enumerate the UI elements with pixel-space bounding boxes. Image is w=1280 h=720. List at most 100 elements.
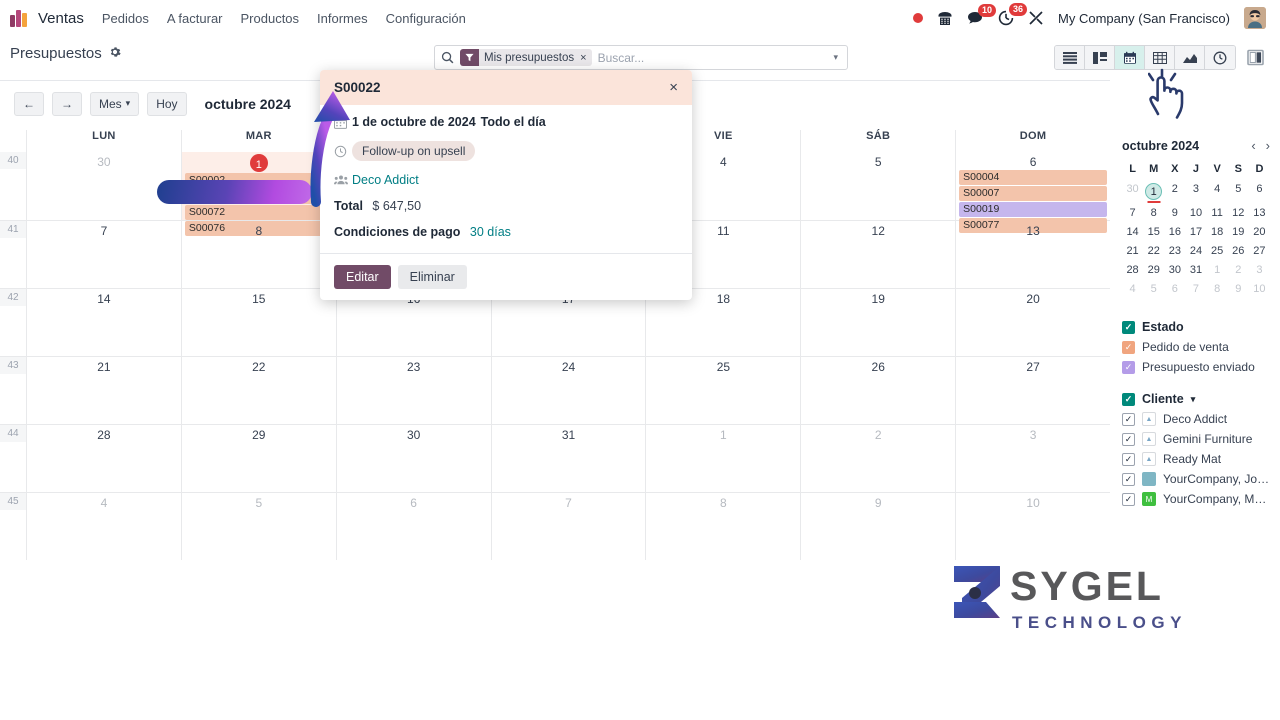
filter-row-customer[interactable]: ✓ YourCompany, Joe…: [1122, 472, 1270, 486]
calendar-day-cell[interactable]: 22: [180, 357, 336, 424]
calendar-day-cell[interactable]: 29: [180, 425, 336, 492]
filter-row-status[interactable]: ✓ Presupuesto enviado: [1122, 360, 1270, 374]
list-view-button[interactable]: [1055, 46, 1085, 69]
calendar-day-cell[interactable]: 30: [335, 425, 491, 492]
debug-tools-icon[interactable]: [1028, 10, 1044, 26]
week-number[interactable]: 41: [0, 221, 26, 238]
mini-calendar-day[interactable]: 19: [1228, 223, 1249, 241]
mini-calendar-day[interactable]: 3: [1249, 261, 1270, 279]
mini-calendar-day[interactable]: 4: [1207, 180, 1228, 203]
delete-button[interactable]: Eliminar: [397, 265, 467, 289]
mini-calendar-next-icon[interactable]: ›: [1266, 138, 1270, 153]
mini-calendar-day[interactable]: 4: [1122, 280, 1143, 298]
week-number[interactable]: 44: [0, 425, 26, 442]
calendar-day-cell[interactable]: 6: [335, 493, 491, 560]
calendar-day-cell[interactable]: 23: [335, 357, 491, 424]
search-input[interactable]: Buscar...: [598, 51, 829, 65]
calendar-day-cell[interactable]: 13: [955, 221, 1110, 288]
calendar-day-cell[interactable]: 26: [800, 357, 955, 424]
pivot-view-button[interactable]: [1145, 46, 1175, 69]
mini-calendar-day[interactable]: 10: [1249, 280, 1270, 298]
week-number[interactable]: 42: [0, 289, 26, 306]
messages-icon[interactable]: 10: [967, 4, 997, 25]
mini-calendar-day[interactable]: 12: [1228, 204, 1249, 222]
gear-icon[interactable]: [109, 46, 121, 61]
nav-item-informes[interactable]: Informes: [317, 11, 368, 26]
mini-calendar-day[interactable]: 16: [1164, 223, 1185, 241]
calendar-day-cell[interactable]: 9: [800, 493, 955, 560]
mini-calendar-day[interactable]: 28: [1122, 261, 1143, 279]
calendar-event[interactable]: S00072: [184, 205, 333, 220]
calendar-view-button[interactable]: [1115, 46, 1145, 69]
close-icon[interactable]: ×: [669, 80, 678, 95]
chevron-down-icon[interactable]: ▾: [828, 52, 843, 63]
today-button[interactable]: Hoy: [147, 91, 187, 116]
calendar-day-cell[interactable]: 10: [955, 493, 1110, 560]
checkbox-customer[interactable]: ✓: [1122, 452, 1135, 466]
activities-clock-icon[interactable]: 36: [998, 3, 1028, 26]
mini-calendar-day[interactable]: 1: [1207, 261, 1228, 279]
calendar-day-cell[interactable]: 28: [26, 425, 181, 492]
calendar-day-cell[interactable]: 14: [26, 289, 181, 356]
filter-row-customer[interactable]: ✓ ▲ Deco Addict: [1122, 412, 1270, 426]
calendar-day-cell[interactable]: 20: [955, 289, 1110, 356]
week-number[interactable]: 40: [0, 152, 26, 169]
checkbox-estado[interactable]: ✓: [1122, 320, 1135, 334]
activity-view-button[interactable]: [1205, 46, 1235, 69]
remove-facet-icon[interactable]: ×: [579, 49, 592, 66]
company-switcher[interactable]: My Company (San Francisco): [1058, 11, 1230, 26]
calendar-day-cell[interactable]: 5: [800, 152, 955, 220]
phone-icon[interactable]: [937, 11, 953, 26]
calendar-day-cell[interactable]: 5: [180, 493, 336, 560]
calendar-day-cell[interactable]: 25: [645, 357, 800, 424]
mini-calendar-day[interactable]: 26: [1228, 242, 1249, 260]
calendar-day-cell[interactable]: 7: [26, 221, 181, 288]
kanban-view-button[interactable]: [1085, 46, 1115, 69]
mini-calendar-day[interactable]: 24: [1185, 242, 1206, 260]
calendar-day-cell[interactable]: 1: [645, 425, 800, 492]
scale-selector[interactable]: Mes ▾: [90, 91, 140, 116]
nav-item-pedidos[interactable]: Pedidos: [102, 11, 149, 26]
calendar-event[interactable]: S00002: [184, 173, 333, 188]
mini-calendar-day[interactable]: 11: [1207, 204, 1228, 222]
week-number[interactable]: 45: [0, 493, 26, 510]
checkbox-customer[interactable]: ✓: [1122, 412, 1135, 426]
calendar-day-cell[interactable]: 1 S00002 S00022 S00072 S00076: [180, 152, 336, 236]
search-bar[interactable]: Mis presupuestos × Buscar... ▾: [434, 45, 848, 70]
calendar-day-cell[interactable]: 8: [645, 493, 800, 560]
mini-calendar-day[interactable]: 21: [1122, 242, 1143, 260]
graph-view-button[interactable]: [1175, 46, 1205, 69]
checkbox-status[interactable]: ✓: [1122, 360, 1135, 374]
calendar-day-cell[interactable]: 6 S00004 S00007 S00019 S00077: [955, 152, 1110, 233]
checkbox-customer[interactable]: ✓: [1122, 472, 1135, 486]
mini-calendar-day[interactable]: 15: [1143, 223, 1164, 241]
mini-calendar-day[interactable]: 10: [1185, 204, 1206, 222]
mini-calendar-day[interactable]: 30: [1164, 261, 1185, 279]
mini-calendar-day[interactable]: 9: [1228, 280, 1249, 298]
user-avatar[interactable]: [1244, 7, 1266, 29]
mini-calendar-day[interactable]: 22: [1143, 242, 1164, 260]
mini-calendar-day[interactable]: 8: [1207, 280, 1228, 298]
calendar-day-cell[interactable]: 3: [955, 425, 1110, 492]
panel-toggle-icon[interactable]: [1244, 46, 1266, 68]
mini-calendar-day[interactable]: 18: [1207, 223, 1228, 241]
mini-calendar-day[interactable]: 20: [1249, 223, 1270, 241]
mini-calendar-day[interactable]: 13: [1249, 204, 1270, 222]
calendar-day-cell[interactable]: 8: [180, 221, 336, 288]
checkbox-status[interactable]: ✓: [1122, 340, 1135, 354]
mini-calendar-day[interactable]: 14: [1122, 223, 1143, 241]
mini-calendar-day[interactable]: 8: [1143, 204, 1164, 222]
nav-item-configuracion[interactable]: Configuración: [386, 11, 466, 26]
calendar-day-cell[interactable]: 27: [955, 357, 1110, 424]
nav-item-a-facturar[interactable]: A facturar: [167, 11, 223, 26]
mini-calendar-prev-icon[interactable]: ‹: [1251, 138, 1255, 153]
filter-row-status[interactable]: ✓ Pedido de venta: [1122, 340, 1270, 354]
calendar-day-cell[interactable]: 19: [800, 289, 955, 356]
chevron-down-icon[interactable]: ▾: [1191, 394, 1196, 405]
calendar-event[interactable]: S00007: [959, 186, 1108, 201]
calendar-day-cell[interactable]: 2: [800, 425, 955, 492]
filter-row-customer[interactable]: ✓ ▲ Ready Mat: [1122, 452, 1270, 466]
app-name[interactable]: Ventas: [38, 10, 84, 27]
mini-calendar-day[interactable]: 5: [1143, 280, 1164, 298]
mini-calendar-day[interactable]: 3: [1185, 180, 1206, 203]
